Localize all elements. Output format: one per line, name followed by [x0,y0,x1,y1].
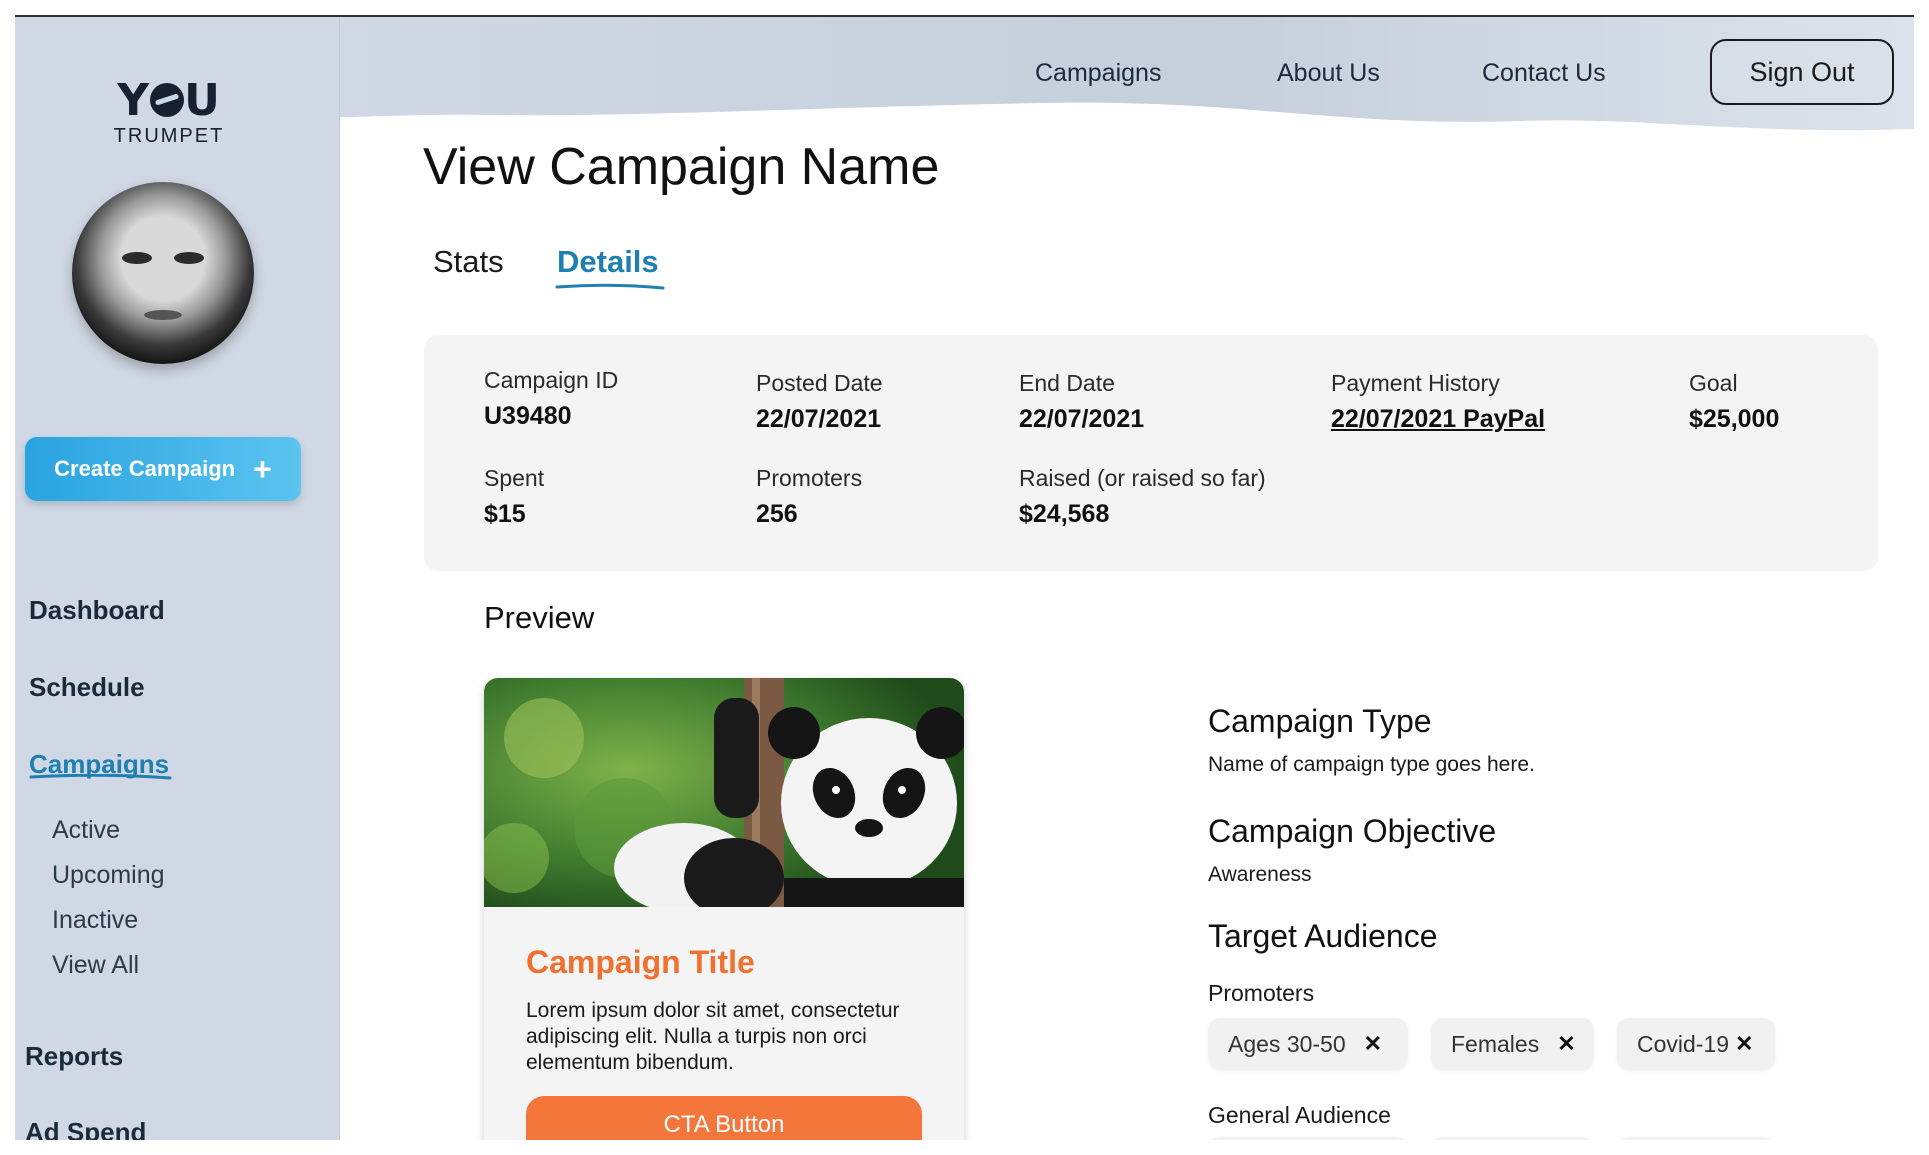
card-description: Lorem ipsum dolor sit amet, consectetur … [526,999,900,1074]
topnav-contact-us[interactable]: Contact Us [1482,59,1606,88]
avatar[interactable] [72,182,254,364]
topnav-campaigns[interactable]: Campaigns [1035,59,1161,88]
campaign-preview-card: Campaign Title Lorem ipsum dolor sit ame… [484,678,964,1140]
goal-field: Goal $25,000 [1689,370,1780,433]
campaign-id-field: Campaign ID U39480 [484,367,619,430]
audience-chip: Covid-19 ✕ [1617,1018,1775,1070]
sidebar-item-ad-spend[interactable]: Ad Spend [25,1117,146,1140]
sidebar-item-reports[interactable]: Reports [25,1041,123,1072]
close-icon[interactable]: ✕ [1735,1031,1753,1057]
campaign-objective-value: Awareness [1208,863,1312,886]
panda-image [484,678,964,907]
active-nav-underline [29,774,172,780]
campaign-type-heading: Campaign Type [1208,703,1432,739]
logo-mark: YU [117,75,221,126]
logo-wordmark: TRUMPET [113,125,225,147]
preview-heading: Preview [484,600,595,635]
end-date-field: End Date 22/07/2021 [1019,370,1145,433]
create-campaign-label: Create Campaign [54,456,236,481]
card-title: Campaign Title [526,944,755,980]
app-window: YU TRUMPET Create Campaign + Dashboard S… [15,15,1914,1140]
audience-chip-placeholder [1617,1137,1775,1140]
audience-chip-placeholder [1431,1137,1594,1140]
active-tab-underline [555,283,665,290]
close-icon[interactable]: ✕ [1364,1031,1382,1057]
chip-label: Ages 30-50 [1228,1030,1346,1057]
sidebar-subitem-upcoming[interactable]: Upcoming [52,861,165,890]
general-audience-label: General Audience [1208,1102,1391,1128]
sidebar-item-dashboard[interactable]: Dashboard [29,595,165,626]
payment-history-link[interactable]: 22/07/2021 PayPal [1331,405,1545,434]
tab-details[interactable]: Details [557,244,659,280]
page-title: View Campaign Name [423,138,940,196]
payment-history-field: Payment History 22/07/2021 PayPal [1331,370,1546,434]
cta-button[interactable]: CTA Button [526,1096,922,1140]
brand-logo[interactable]: YU TRUMPET [113,79,225,148]
raised-field: Raised (or raised so far) $24,568 [1019,465,1266,528]
sidebar-subitem-active[interactable]: Active [52,816,120,845]
close-icon[interactable]: ✕ [1557,1031,1575,1057]
chip-label: Females [1451,1030,1540,1057]
target-audience-heading: Target Audience [1208,918,1438,954]
spent-field: Spent $15 [484,465,545,528]
trumpet-icon [150,83,185,117]
posted-date-field: Posted Date 22/07/2021 [756,370,883,433]
audience-chip: Females ✕ [1431,1018,1594,1070]
audience-chip: Ages 30-50 ✕ [1208,1018,1408,1070]
campaign-objective-heading: Campaign Objective [1208,813,1497,849]
sidebar: YU TRUMPET Create Campaign + Dashboard S… [15,17,340,1140]
plus-icon: + [253,451,272,487]
tab-stats[interactable]: Stats [433,244,504,280]
campaign-info-panel: Campaign ID U39480 Posted Date 22/07/202… [424,335,1878,571]
campaign-type-value: Name of campaign type goes here. [1208,753,1535,776]
sidebar-subitem-view-all[interactable]: View All [52,951,139,980]
promoters-label: Promoters [1208,980,1315,1006]
sidebar-item-schedule[interactable]: Schedule [29,672,145,703]
create-campaign-button[interactable]: Create Campaign + [25,437,301,501]
sign-out-button[interactable]: Sign Out [1710,39,1894,105]
chip-label: Covid-19 [1637,1030,1730,1057]
audience-chip-placeholder [1208,1137,1408,1140]
sidebar-subitem-inactive[interactable]: Inactive [52,906,138,935]
topnav-about-us[interactable]: About Us [1277,59,1380,88]
promoters-field: Promoters 256 [756,465,863,528]
